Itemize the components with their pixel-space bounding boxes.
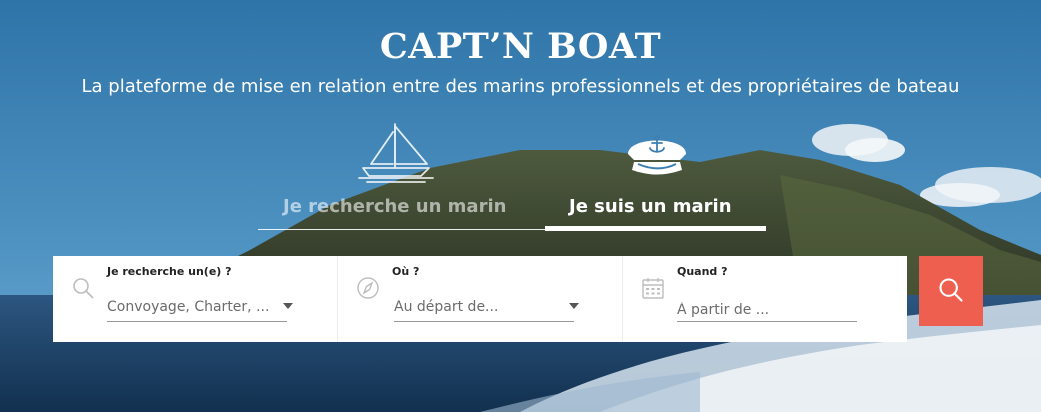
captain-hat-icon[interactable]: [624, 128, 690, 176]
calendar-icon: [641, 276, 665, 300]
type-select[interactable]: Convoyage, Charter, ...: [107, 294, 287, 322]
search-button[interactable]: [919, 256, 983, 326]
field-date-label: Quand ?: [677, 265, 728, 278]
tab-je-recherche-un-marin[interactable]: Je recherche un marin: [283, 196, 506, 217]
tab-je-suis-un-marin[interactable]: Je suis un marin: [569, 196, 732, 217]
date-input[interactable]: [677, 294, 857, 322]
brand-title: CAPT’N BOAT: [379, 26, 662, 67]
sailboat-icon[interactable]: [357, 120, 435, 186]
search-icon: [71, 276, 95, 300]
search-icon: [937, 276, 965, 307]
field-type: Je recherche un(e) ? Convoyage, Charter,…: [53, 256, 337, 342]
field-location-label: Où ?: [392, 265, 420, 278]
field-date: Quand ?: [622, 256, 907, 342]
field-location: Où ? Au départ de...: [337, 256, 622, 342]
search-form: Je recherche un(e) ? Convoyage, Charter,…: [53, 256, 907, 342]
active-tab-indicator: [545, 226, 766, 231]
chevron-down-icon[interactable]: [569, 303, 579, 309]
chevron-down-icon[interactable]: [283, 303, 293, 309]
brand-tagline: La plateforme de mise en relation entre …: [81, 76, 960, 97]
compass-icon: [356, 276, 380, 300]
field-type-label: Je recherche un(e) ?: [107, 265, 232, 278]
location-select[interactable]: Au départ de...: [394, 294, 574, 322]
